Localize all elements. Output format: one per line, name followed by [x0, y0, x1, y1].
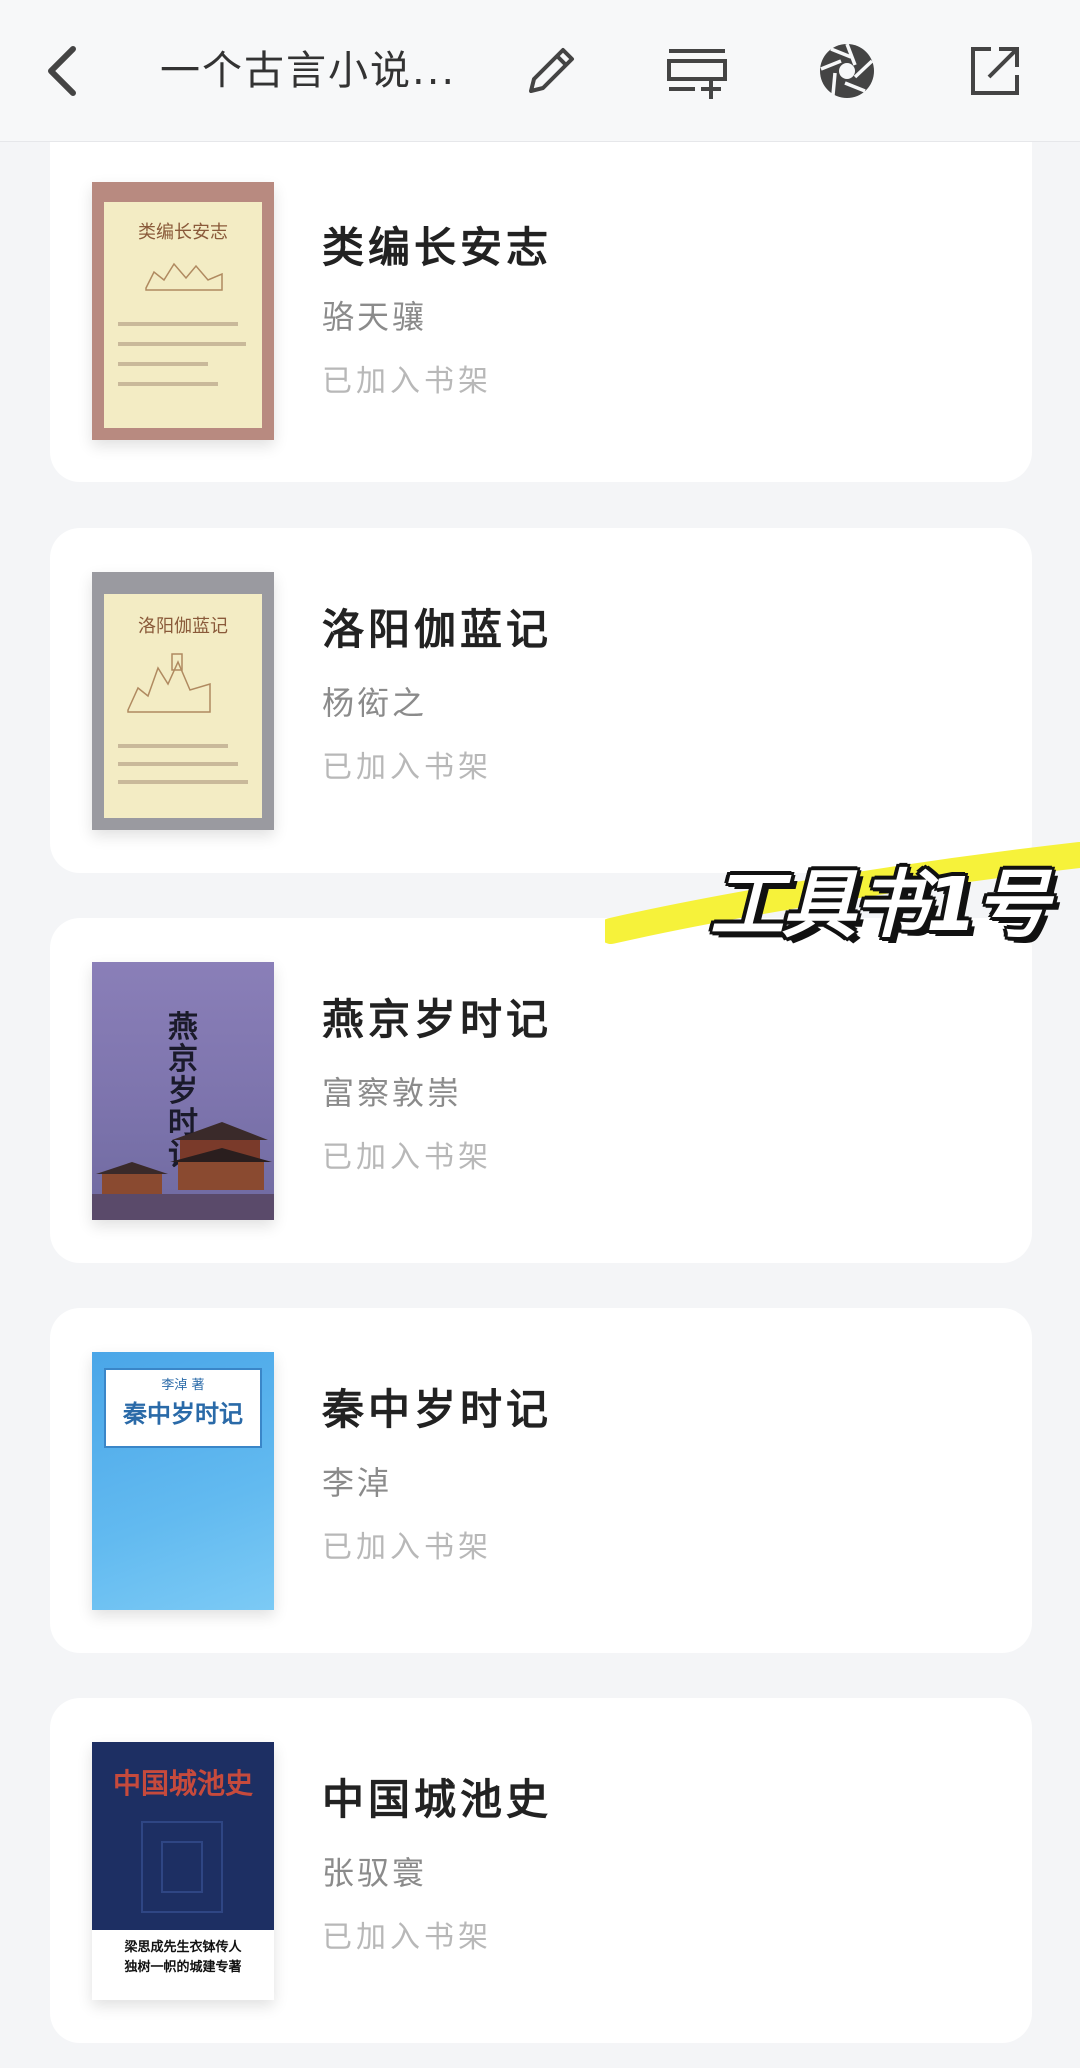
back-button[interactable] [20, 26, 110, 116]
cover-illustration [92, 1122, 274, 1220]
cover-title: 类编长安志 [138, 222, 228, 243]
top-bar: 一个古言小说... [0, 0, 1080, 142]
book-card[interactable]: 李淖 著 秦中岁时记 秦中岁时记 李淖 已加入书架 [50, 1308, 1032, 1653]
cover-illustration [145, 262, 223, 291]
book-cover: 燕京岁时记 [92, 962, 274, 1220]
book-title: 秦中岁时记 [322, 1385, 553, 1434]
book-cover: 洛阳伽蓝记 [92, 572, 274, 830]
cover-author: 李淖 著 [161, 1378, 205, 1393]
list-add-icon [667, 49, 727, 99]
book-title: 洛阳伽蓝记 [322, 605, 553, 654]
book-status: 已加入书架 [322, 364, 492, 399]
pencil-icon [529, 48, 574, 93]
book-author: 李淖 [322, 1464, 393, 1502]
cover-tagline-2: 独树一帜的城建专著 [124, 1960, 242, 1975]
external-link-icon [971, 47, 1019, 95]
chevron-left-icon [48, 46, 76, 96]
share-button[interactable] [950, 26, 1040, 116]
page-title: 一个古言小说... [160, 48, 457, 94]
book-author: 杨衒之 [322, 684, 428, 722]
cover-footer: 梁思成先生衣钵传人 独树一帜的城建专著 [92, 1930, 274, 2000]
book-cover: 类编长安志 [92, 182, 274, 440]
cover-title: 洛阳伽蓝记 [138, 616, 228, 637]
book-status: 已加入书架 [322, 1530, 492, 1565]
book-cover: 李淖 著 秦中岁时记 [92, 1352, 274, 1610]
add-to-list-button[interactable] [652, 26, 742, 116]
book-author: 富察敦崇 [322, 1074, 463, 1112]
book-author: 骆天骧 [322, 298, 428, 336]
book-status: 已加入书架 [322, 1920, 492, 1955]
aperture-icon [820, 43, 874, 98]
aperture-button[interactable] [802, 26, 892, 116]
edit-button[interactable] [506, 26, 596, 116]
sticker-text: 工具书1号 [710, 862, 1049, 948]
book-card[interactable]: 燕京岁时记 燕京岁时记 富察敦崇 已加入书架 [50, 918, 1032, 1263]
page: 一个古言小说... 类编长安志 类编长安志 骆天骧 已加入书架 洛阳伽蓝记 洛阳… [0, 0, 1080, 2068]
book-author: 张驭寰 [322, 1854, 428, 1892]
book-title: 中国城池史 [322, 1775, 553, 1824]
book-card[interactable]: 类编长安志 类编长安志 骆天骧 已加入书架 [50, 142, 1032, 482]
book-status: 已加入书架 [322, 750, 492, 785]
cover-illustration [127, 653, 211, 713]
cover-label: 李淖 著 秦中岁时记 [104, 1368, 262, 1448]
cover-title: 秦中岁时记 [123, 1399, 243, 1428]
cover-illustration [141, 1821, 223, 1913]
cover-title: 中国城池史 [112, 1767, 253, 1800]
book-cover: 中国城池史 梁思成先生衣钵传人 独树一帜的城建专著 [92, 1742, 274, 2000]
cover-tagline-1: 梁思成先生衣钵传人 [124, 1940, 242, 1955]
book-status: 已加入书架 [322, 1140, 492, 1175]
overlay-sticker: 工具书1号 [605, 835, 1080, 955]
book-title: 燕京岁时记 [322, 995, 553, 1044]
book-title: 类编长安志 [322, 223, 553, 272]
book-card[interactable]: 洛阳伽蓝记 洛阳伽蓝记 杨衒之 已加入书架 [50, 528, 1032, 873]
book-card[interactable]: 中国城池史 梁思成先生衣钵传人 独树一帜的城建专著 中国城池史 张驭寰 已加入书… [50, 1698, 1032, 2043]
